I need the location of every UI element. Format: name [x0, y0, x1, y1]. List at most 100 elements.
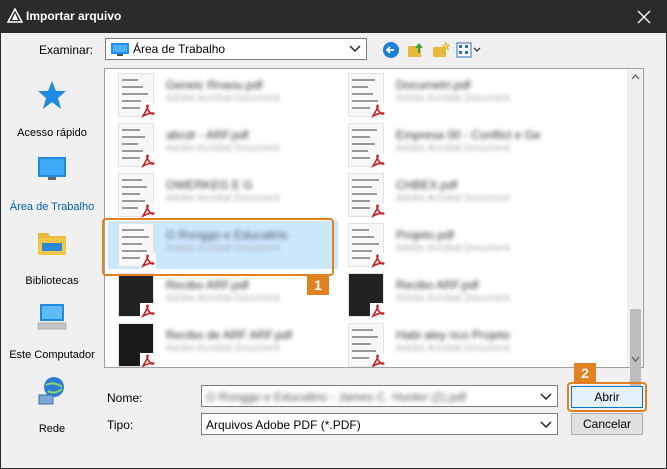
thumbnail-line	[122, 79, 138, 81]
chevron-up-icon	[631, 74, 639, 80]
file-item[interactable]: CHBEX.pdf Adobe Acrobat Document	[338, 171, 568, 219]
pdf-icon	[140, 203, 156, 219]
thumbnail-line	[122, 100, 141, 102]
place-label: Bibliotecas	[25, 275, 79, 287]
thumbnail-line	[352, 229, 369, 231]
close-button[interactable]	[621, 0, 667, 33]
chevron-down-icon	[540, 393, 552, 401]
thumbnail-line	[122, 93, 148, 95]
thumbnail-line	[122, 250, 147, 252]
file-list-scrollbar[interactable]	[627, 69, 643, 399]
thumbnail-line	[122, 143, 138, 145]
thumbnail-line	[352, 193, 377, 195]
thumbnail-line	[352, 136, 370, 138]
thumbnail-line	[122, 129, 140, 131]
file-item[interactable]: abcdr - ARF.pdf Adobe Acrobat Document	[108, 121, 338, 169]
pdf-icon	[370, 153, 386, 169]
pdf-icon	[140, 253, 156, 269]
window-title: Importar arquivo	[26, 9, 122, 23]
filename-input[interactable]: O Ronggo e Educaltrio - James C. Hunter …	[201, 385, 558, 407]
view-grid-icon	[456, 42, 481, 58]
thumbnail-line	[352, 86, 368, 88]
thumbnail-line	[352, 236, 374, 238]
place-quick-access[interactable]: Acesso rápido	[6, 79, 98, 141]
file-item[interactable]: Empresa 00 - Conflict e Ge Adobe Acrobat…	[338, 121, 568, 169]
filetype-value: Arquivos Adobe PDF (*.PDF)	[206, 418, 361, 432]
file-item[interactable]: Habi aley rico Projeto Adobe Acrobat Doc…	[338, 321, 568, 367]
thumbnail-line	[352, 357, 369, 359]
file-item[interactable]: Recibo de ARF ARF.pdf Adobe Acrobat Docu…	[108, 321, 338, 367]
network-icon	[38, 377, 64, 405]
nav-toolbar	[381, 39, 482, 61]
filename-value: O Ronggo e Educaltrio - James C. Hunter …	[206, 390, 467, 404]
thumbnail-line	[352, 129, 377, 131]
file-item[interactable]: Projeto.pdf Adobe Acrobat Document	[338, 221, 568, 269]
thumbnail-line	[352, 343, 371, 345]
thumbnail-line	[122, 229, 144, 231]
thumbnail-line	[122, 150, 143, 152]
thumbnail-line	[352, 243, 379, 245]
thumbnail-line	[122, 179, 142, 181]
star-icon	[38, 81, 66, 109]
filetype-select[interactable]: Arquivos Adobe PDF (*.PDF)	[201, 413, 558, 435]
thumbnail-line	[352, 329, 373, 331]
thumbnail-line	[122, 243, 142, 245]
cancel-button[interactable]: Cancelar	[571, 413, 643, 435]
new-folder-icon	[433, 41, 450, 57]
step-badge-1: 1	[307, 275, 329, 295]
thumbnail-line	[352, 107, 371, 109]
place-label: Acesso rápido	[17, 127, 87, 139]
pdf-icon	[140, 303, 156, 319]
file-item-selected[interactable]: O Ronggo e Educaltrio Adobe Acrobat Docu…	[108, 221, 338, 269]
thumbnail-line	[122, 200, 145, 202]
pdf-icon	[370, 253, 386, 269]
thumbnail-line	[122, 136, 145, 138]
title-bar: Importar arquivo	[0, 0, 667, 33]
places-bar: Acesso rápido Área de Trabalho Bibliotec…	[6, 69, 98, 469]
thumbnail-line	[352, 100, 378, 102]
thumbnail-line	[122, 236, 149, 238]
thumbnail-line	[352, 186, 372, 188]
new-folder-button[interactable]	[431, 40, 451, 60]
back-button[interactable]	[381, 40, 401, 60]
lookin-dropdown[interactable]: Área de Trabalho	[105, 38, 367, 60]
place-network[interactable]: Rede	[6, 375, 98, 437]
thumbnail-line	[352, 336, 378, 338]
up-folder-button[interactable]	[406, 40, 426, 60]
chevron-down-icon	[540, 421, 552, 429]
view-menu-button[interactable]	[456, 40, 482, 60]
file-item[interactable]: OWERKEG E G Adobe Acrobat Document	[108, 171, 338, 219]
place-label: Rede	[38, 423, 66, 435]
place-desktop[interactable]: Área de Trabalho	[6, 153, 98, 215]
computer-icon	[37, 304, 67, 330]
app-icon	[7, 8, 23, 23]
thumbnail-line	[122, 257, 140, 259]
desktop-icon	[111, 43, 129, 56]
pdf-icon	[370, 203, 386, 219]
lookin-value: Área de Trabalho	[133, 42, 226, 56]
thumbnail-line	[122, 186, 147, 188]
file-item[interactable]: Recibo ARF.pdf Adobe Acrobat Document	[108, 271, 338, 319]
thumbnail-line	[352, 150, 368, 152]
place-libraries[interactable]: Bibliotecas	[6, 227, 98, 289]
close-icon	[637, 10, 651, 23]
pdf-icon	[370, 303, 386, 319]
file-list[interactable]: Geneic Rnaou.pdf Adobe Acrobat Document …	[104, 68, 644, 368]
thumbnail-line	[122, 86, 143, 88]
thumbnail-line	[352, 93, 373, 95]
pdf-icon	[140, 353, 156, 367]
place-this-pc[interactable]: Este Computador	[6, 301, 98, 363]
step-badge-2: 2	[574, 363, 596, 383]
file-item[interactable]: Geneic Rnaou.pdf Adobe Acrobat Document	[108, 71, 338, 119]
scroll-up-button[interactable]	[627, 69, 643, 85]
open-button[interactable]: Abrir	[571, 386, 643, 408]
scroll-down-button[interactable]	[627, 351, 643, 367]
file-item[interactable]: Documetri.pdf Adobe Acrobat Document	[338, 71, 568, 119]
place-label: Este Computador	[9, 349, 95, 361]
thumbnail-line	[352, 350, 376, 352]
desktop-icon	[38, 157, 66, 180]
pdf-icon	[140, 103, 156, 119]
thumbnail-line	[352, 250, 372, 252]
thumbnail-line	[352, 143, 375, 145]
file-item[interactable]: Recibo ARF.pdf Adobe Acrobat Document	[338, 271, 568, 319]
